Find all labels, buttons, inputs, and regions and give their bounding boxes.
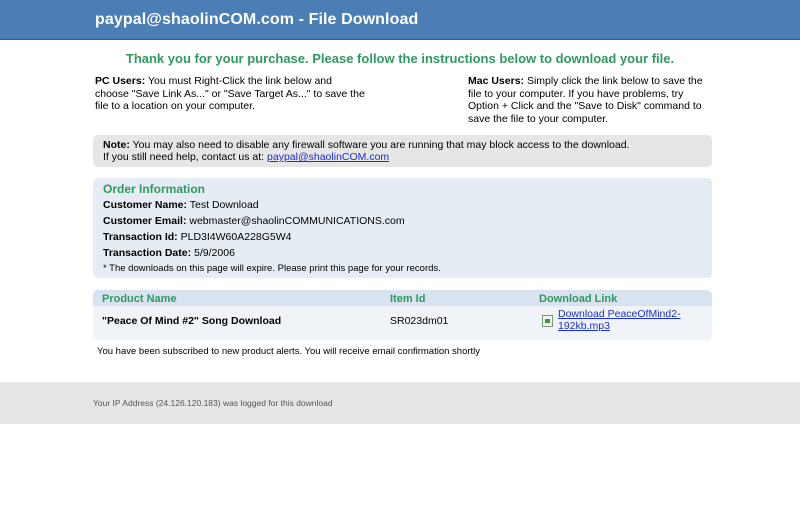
product-name-cell: "Peace Of Mind #2" Song Download xyxy=(102,315,282,327)
note-text: You may also need to disable any firewal… xyxy=(132,139,630,151)
transaction-id-label: Transaction Id: xyxy=(103,231,178,243)
customer-email-label: Customer Email: xyxy=(103,215,187,227)
download-file-icon[interactable] xyxy=(542,315,553,327)
product-table-header: Product Name Item Id Download Link xyxy=(93,290,712,306)
header-bar: paypal@shaolinCOM.com - File Download xyxy=(0,0,800,40)
note-line-firewall: Note: You may also need to disable any f… xyxy=(103,139,629,151)
mac-users-label: Mac Users: xyxy=(468,75,525,87)
contact-email-link[interactable]: paypal@shaolinCOM.com xyxy=(267,151,389,163)
page-title: paypal@shaolinCOM.com - File Download xyxy=(95,11,419,28)
download-link[interactable]: Download PeaceOfMind2-192kb.mp3 xyxy=(558,308,698,332)
header-download-link: Download Link xyxy=(539,293,618,305)
thank-you-message: Thank you for your purchase. Please foll… xyxy=(125,51,675,66)
ip-address-notice: Your IP Address (24.126.120.183) was log… xyxy=(93,398,333,408)
customer-name-label: Customer Name: xyxy=(103,199,188,211)
pc-instructions: PC Users: You must Right-Click the link … xyxy=(95,75,365,113)
customer-name-row: Customer Name: Test Download xyxy=(103,199,259,211)
header-item-id: Item Id xyxy=(390,293,426,305)
customer-email-value: webmaster@shaolinCOMMUNICATIONS.com xyxy=(189,215,405,227)
subscription-message: You have been subscribed to new product … xyxy=(97,346,481,357)
pc-users-label: PC Users: xyxy=(95,75,146,87)
transaction-date-row: Transaction Date: 5/9/2006 xyxy=(103,247,235,259)
transaction-id-value: PLD3I4W60A228G5W4 xyxy=(180,231,292,243)
note-label: Note: xyxy=(103,139,130,151)
customer-email-row: Customer Email: webmaster@shaolinCOMMUNI… xyxy=(103,215,405,227)
transaction-date-value: 5/9/2006 xyxy=(194,247,235,259)
item-id-cell: SR023dm01 xyxy=(390,315,449,327)
header-product-name: Product Name xyxy=(102,293,177,305)
note-line-contact: If you still need help, contact us at: p… xyxy=(103,151,389,163)
customer-name-value: Test Download xyxy=(189,199,259,211)
transaction-id-row: Transaction Id: PLD3I4W60A228G5W4 xyxy=(103,231,292,243)
mac-instructions: Mac Users: Simply click the link below t… xyxy=(468,75,713,125)
note-box: Note: You may also need to disable any f… xyxy=(93,135,712,167)
contact-prefix: If you still need help, contact us at: xyxy=(103,151,265,163)
footer: Your IP Address (24.126.120.183) was log… xyxy=(0,382,800,424)
product-table: Product Name Item Id Download Link "Peac… xyxy=(93,290,712,340)
transaction-date-label: Transaction Date: xyxy=(103,247,192,259)
order-information-title: Order Information xyxy=(103,182,206,196)
expire-note: * The downloads on this page will expire… xyxy=(103,263,441,274)
order-information-box: Order Information Customer Name: Test Do… xyxy=(93,178,712,278)
